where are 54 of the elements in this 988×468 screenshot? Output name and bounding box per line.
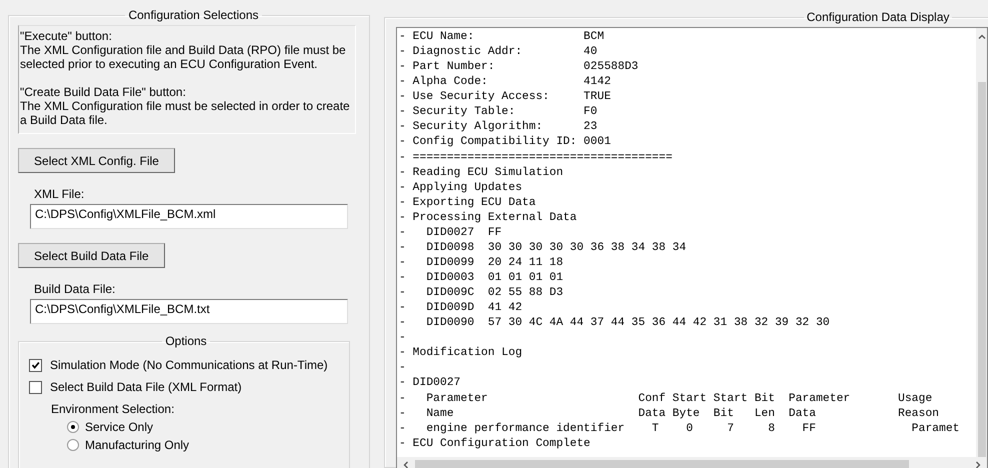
info-text: The XML Configuration file must be selected in order to create a Build Data file. (20, 99, 351, 127)
checkbox-label[interactable]: Select Build Data File (XML Format) (50, 380, 242, 394)
file-path-field[interactable]: C:\DPS\Config\XMLFile_BCM.xml (30, 204, 348, 229)
scroll-left-icon[interactable] (401, 460, 411, 468)
log-line: - Applying Updates (399, 180, 524, 196)
field-label: XML File: (34, 187, 86, 201)
log-line: - DID0003 01 01 01 01 (399, 271, 564, 286)
group-title: Configuration Selections (127, 8, 260, 22)
radio-label[interactable]: Manufacturing Only (85, 438, 190, 452)
log-line: - DID0099 20 24 11 18 (399, 256, 564, 271)
log-line: - Reading ECU Simulation (399, 166, 564, 181)
log-line: - DID009C 02 55 88 D3 (399, 286, 564, 302)
log-line: - (399, 331, 407, 346)
field-label: Build Data File: (34, 282, 116, 296)
log-line: - (399, 361, 407, 376)
vertical-scrollbar[interactable] (976, 28, 987, 457)
checkbox-label[interactable]: Simulation Mode (No Communications at Run-Time) (50, 358, 328, 372)
environment-label: Environment Selection: (51, 402, 176, 416)
log-line: - Exporting ECU Data (399, 196, 537, 211)
log-line: - Use Security Access: TRUE (399, 90, 612, 106)
group-title: Configuration Data Display (806, 10, 950, 24)
log-line: - Part Number: 025588D3 (399, 60, 640, 76)
info-text: The XML Configuration file and Build Data (RPO) file must be selected prior to executing an ECU Configuration Event. (20, 43, 347, 71)
log-line: - ECU Configuration Complete (399, 436, 592, 452)
log-line: - ECU Name: BCM (399, 30, 606, 45)
group-title: Options (164, 334, 208, 348)
select-file-button[interactable]: Select XML Config. File (18, 148, 175, 173)
select-file-button[interactable]: Select Build Data File (18, 243, 165, 268)
log-line: - engine performance identifier T 0 7 8 FF Paramet (399, 422, 961, 437)
log-line: - DID0027 FF (399, 226, 503, 241)
log-line: - Security Table: F0 (399, 105, 598, 120)
log-line: - Parameter Conf Start Start Bit Parameter Usage (399, 392, 934, 406)
log-line: - DID0098 30 30 30 30 30 36 38 34 38 34 (399, 240, 688, 256)
log-line: - Security Algorithm: 23 (399, 120, 598, 136)
log-line: - ====================================== (399, 150, 674, 166)
scroll-right-icon[interactable] (973, 460, 983, 468)
info-heading: "Execute" button: (20, 29, 113, 43)
log-line: - Modification Log (399, 346, 524, 362)
file-path-field[interactable]: C:\DPS\Config\XMLFile_BCM.txt (30, 299, 348, 324)
radio-label[interactable]: Service Only (85, 420, 154, 434)
log-line: - Diagnostic Addr: 40 (399, 45, 598, 60)
checkbox[interactable] (29, 380, 42, 394)
log-line: - Processing External Data (399, 210, 578, 226)
log-line: - DID0090 57 30 4C 4A 44 37 44 35 36 44 42 31 38 32 39 32 30 (399, 316, 831, 332)
info-heading: "Create Build Data File" button: (20, 85, 187, 99)
log-line: - Config Compatibility ID: 0001 (399, 135, 612, 150)
log-line: - DID009D 41 42 (399, 301, 524, 316)
log-line: - Alpha Code: 4142 (399, 75, 612, 90)
radio-button[interactable] (67, 421, 79, 433)
log-line: - DID0027 (399, 376, 462, 392)
horizontal-scrollbar[interactable] (397, 457, 987, 468)
log-line: - Name Data Byte Bit Len Data Reason (399, 406, 940, 422)
radio-button[interactable] (67, 439, 79, 451)
checkbox[interactable] (29, 358, 42, 372)
